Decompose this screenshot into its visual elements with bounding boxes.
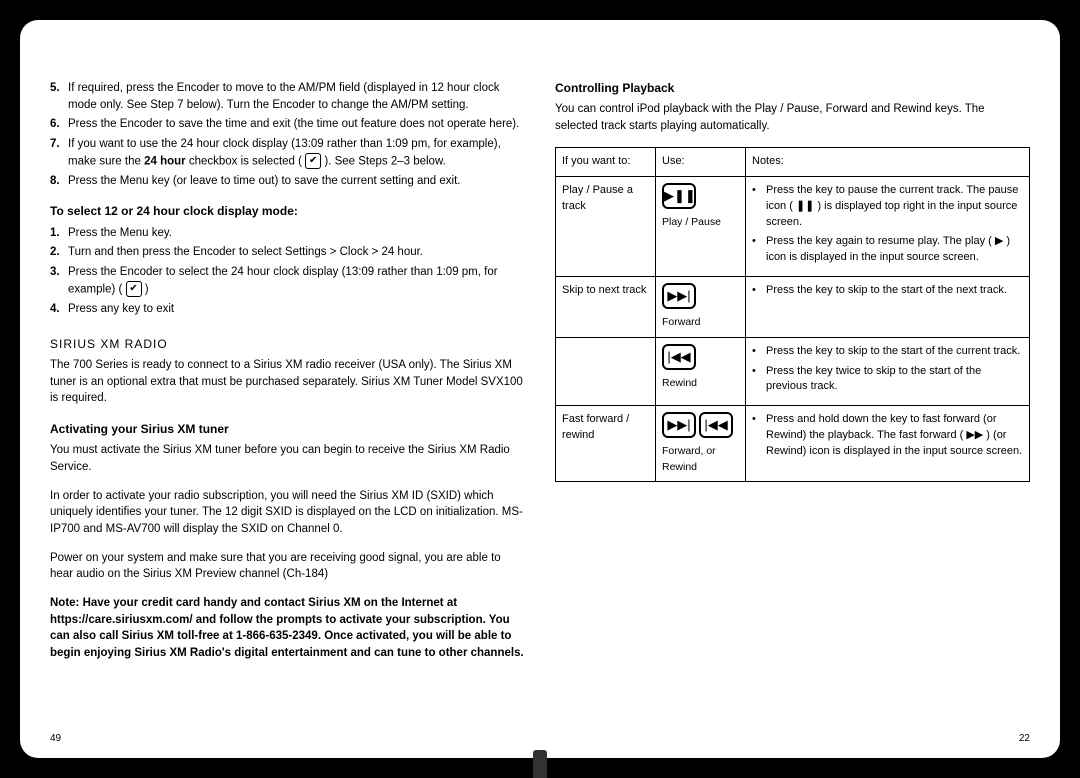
binding-spine — [533, 750, 547, 778]
page-number-left: 49 — [50, 732, 61, 747]
step-number: 7. — [50, 136, 68, 170]
key-label: Forward — [662, 315, 739, 330]
cell-use: ▶▶| Forward — [656, 277, 746, 337]
th-use: Use: — [656, 147, 746, 176]
step-number: 1. — [50, 225, 68, 242]
cell-notes: Press the key to skip to the start of th… — [746, 337, 1030, 406]
text: ). See Steps 2–3 below. — [321, 155, 446, 167]
forward-icon: ▶▶| — [662, 412, 696, 438]
note-text: Press the key to pause the current track… — [766, 183, 1023, 231]
heading-activating-tuner: Activating your Sirius XM tuner — [50, 421, 525, 438]
rewind-icon: |◀◀ — [662, 344, 696, 370]
step-number: 2. — [50, 244, 68, 261]
note-text: Press and hold down the key to fast forw… — [766, 412, 1023, 460]
note-text: Press the key twice to skip to the start… — [766, 364, 1023, 396]
sirius-body: The 700 Series is ready to connect to a … — [50, 357, 525, 407]
step-text: If you want to use the 24 hour clock dis… — [68, 136, 525, 170]
step-8: 8. Press the Menu key (or leave to time … — [50, 173, 525, 190]
checkmark-icon — [305, 153, 321, 170]
activate-para-1: You must activate the Sirius XM tuner be… — [50, 442, 525, 475]
key-label: Play / Pause — [662, 215, 739, 230]
note-text: Press the key to skip to the start of th… — [766, 283, 1007, 299]
step-text: If required, press the Encoder to move t… — [68, 80, 525, 113]
step-text: Press the Menu key. — [68, 225, 525, 242]
cell-want: Play / Pause a track — [556, 176, 656, 277]
step-6: 6. Press the Encoder to save the time an… — [50, 116, 525, 133]
left-column: 5. If required, press the Encoder to mov… — [50, 80, 525, 738]
table-row: Fast forward / rewind ▶▶| |◀◀ Forward, o… — [556, 406, 1030, 481]
heading-select-clock-mode: To select 12 or 24 hour clock display mo… — [50, 203, 525, 220]
sirius-activation-note: Note: Have your credit card handy and co… — [50, 595, 525, 662]
page-number-right: 22 — [1019, 732, 1030, 747]
cell-want: Fast forward / rewind — [556, 406, 656, 481]
heading-sirius-xm: SIRIUS XM RADIO — [50, 336, 525, 353]
step-text: Press the Menu key (or leave to time out… — [68, 173, 525, 190]
playback-intro: You can control iPod playback with the P… — [555, 101, 1030, 134]
th-if-you-want-to: If you want to: — [556, 147, 656, 176]
step-number: 8. — [50, 173, 68, 190]
key-label: Forward, or Rewind — [662, 444, 739, 474]
step-5: 5. If required, press the Encoder to mov… — [50, 80, 525, 113]
step-number: 6. — [50, 116, 68, 133]
play-pause-icon: ▶❚❚ — [662, 183, 696, 209]
th-notes: Notes: — [746, 147, 1030, 176]
step-text: Press the Encoder to select the 24 hour … — [68, 264, 525, 298]
cell-notes: Press the key to skip to the start of th… — [746, 277, 1030, 337]
activate-para-3: Power on your system and make sure that … — [50, 550, 525, 583]
table-row: Skip to next track ▶▶| Forward Press the… — [556, 277, 1030, 337]
bold-24hour: 24 hour — [144, 155, 186, 167]
rewind-icon: |◀◀ — [699, 412, 733, 438]
step-1: 1. Press the Menu key. — [50, 225, 525, 242]
table-header-row: If you want to: Use: Notes: — [556, 147, 1030, 176]
cell-use: ▶▶| |◀◀ Forward, or Rewind — [656, 406, 746, 481]
heading-controlling-playback: Controlling Playback — [555, 80, 1030, 97]
step-number: 4. — [50, 301, 68, 318]
cell-use: ▶❚❚ Play / Pause — [656, 176, 746, 277]
table-row: |◀◀ Rewind Press the key to skip to the … — [556, 337, 1030, 406]
step-2: 2. Turn and then press the Encoder to se… — [50, 244, 525, 261]
table-row: Play / Pause a track ▶❚❚ Play / Pause Pr… — [556, 176, 1030, 277]
step-4: 4. Press any key to exit — [50, 301, 525, 318]
note-text: Press the key again to resume play. The … — [766, 234, 1023, 266]
step-number: 3. — [50, 264, 68, 298]
text: checkbox is selected ( — [186, 155, 306, 167]
step-text: Press the Encoder to save the time and e… — [68, 116, 525, 133]
cell-notes: Press and hold down the key to fast forw… — [746, 406, 1030, 481]
step-number: 5. — [50, 80, 68, 113]
checkmark-icon — [126, 281, 142, 298]
text: ) — [142, 283, 149, 295]
cell-use: |◀◀ Rewind — [656, 337, 746, 406]
key-label: Rewind — [662, 376, 739, 391]
step-7: 7. If you want to use the 24 hour clock … — [50, 136, 525, 170]
note-text: Press the key to skip to the start of th… — [766, 344, 1020, 360]
activate-para-2: In order to activate your radio subscrip… — [50, 488, 525, 538]
step-text: Turn and then press the Encoder to selec… — [68, 244, 525, 261]
cell-notes: Press the key to pause the current track… — [746, 176, 1030, 277]
playback-controls-table: If you want to: Use: Notes: Play / Pause… — [555, 147, 1030, 482]
cell-want — [556, 337, 656, 406]
cell-want: Skip to next track — [556, 277, 656, 337]
manual-page-spread: 5. If required, press the Encoder to mov… — [20, 20, 1060, 758]
step-text: Press any key to exit — [68, 301, 525, 318]
forward-icon: ▶▶| — [662, 283, 696, 309]
right-column: Controlling Playback You can control iPo… — [555, 80, 1030, 738]
step-3: 3. Press the Encoder to select the 24 ho… — [50, 264, 525, 298]
